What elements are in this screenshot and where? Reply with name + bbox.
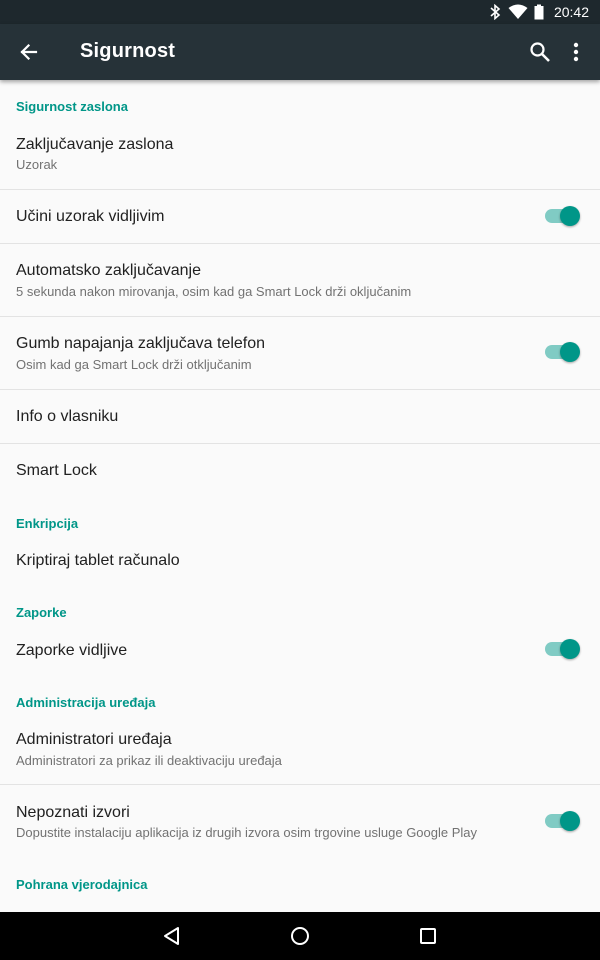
recents-square-icon[interactable] [416,924,440,948]
smart-lock-item[interactable]: Smart Lock [0,444,600,498]
section-header-encryption: Enkripcija [16,516,79,531]
navigation-bar [0,912,600,960]
status-time: 20:42 [553,4,589,20]
device-administrators-item[interactable]: Administratori uređaja Administratori za… [0,716,600,784]
unknown-sources-item[interactable]: Nepoznati izvori Dopustite instalaciju a… [0,785,600,857]
smart-lock-title: Smart Lock [16,462,97,479]
auto-lock-title: Automatsko zaključavanje [16,262,201,279]
auto-lock-summary: 5 sekunda nakon mirovanja, osim kad ga S… [16,284,412,299]
power-button-locks-title: Gumb napajanja zaključava telefon [16,335,266,352]
section-header-device-administration: Administracija uređaja [16,695,156,710]
power-button-locks-summary: Osim kad ga Smart Lock drži otključanim [16,357,252,372]
owner-info-item[interactable]: Info o vlasniku [0,390,600,443]
section-header-passwords: Zaporke [16,605,67,620]
encrypt-tablet-title: Kriptiraj tablet računalo [16,552,180,569]
owner-info-title: Info o vlasniku [16,408,119,425]
status-bar: 20:42 [0,0,600,24]
unknown-sources-summary: Dopustite instalaciju aplikacija iz drug… [16,825,478,840]
back-arrow-icon[interactable] [16,38,44,66]
power-button-locks-item[interactable]: Gumb napajanja zaključava telefon Osim k… [0,317,600,389]
settings-list[interactable]: Sigurnost zaslona Zaključavanje zaslona … [0,80,600,912]
passwords-visible-title: Zaporke vidljive [16,642,128,659]
home-circle-icon[interactable] [288,924,312,948]
more-vert-icon[interactable] [566,40,586,64]
passwords-visible-item[interactable]: Zaporke vidljive [0,626,600,676]
screen-lock-item[interactable]: Zaključavanje zaslona Uzorak [0,120,600,189]
battery-icon [534,4,544,20]
make-pattern-visible-switch[interactable] [545,204,583,228]
section-header-screen-security: Sigurnost zaslona [16,99,128,114]
back-triangle-icon[interactable] [160,924,184,948]
device-administrators-title: Administratori uređaja [16,731,172,748]
wifi-icon [508,4,528,20]
make-pattern-visible-title: Učini uzorak vidljivim [16,208,165,225]
section-header-credential-storage: Pohrana vjerodajnica [16,877,148,892]
auto-lock-item[interactable]: Automatsko zaključavanje 5 sekunda nakon… [0,244,600,316]
power-button-locks-switch[interactable] [545,340,583,364]
search-icon[interactable] [528,40,552,64]
screen-lock-summary: Uzorak [16,157,58,172]
unknown-sources-switch[interactable] [545,809,583,833]
screen-lock-title: Zaključavanje zaslona [16,136,174,153]
device-administrators-summary: Administratori za prikaz ili deaktivacij… [16,753,282,768]
encrypt-tablet-item[interactable]: Kriptiraj tablet računalo [0,536,600,586]
passwords-visible-switch[interactable] [545,637,583,661]
bluetooth-icon [488,4,502,20]
make-pattern-visible-item[interactable]: Učini uzorak vidljivim [0,190,600,243]
app-bar: Sigurnost [0,24,600,80]
page-title: Sigurnost [80,40,176,62]
unknown-sources-title: Nepoznati izvori [16,804,130,821]
